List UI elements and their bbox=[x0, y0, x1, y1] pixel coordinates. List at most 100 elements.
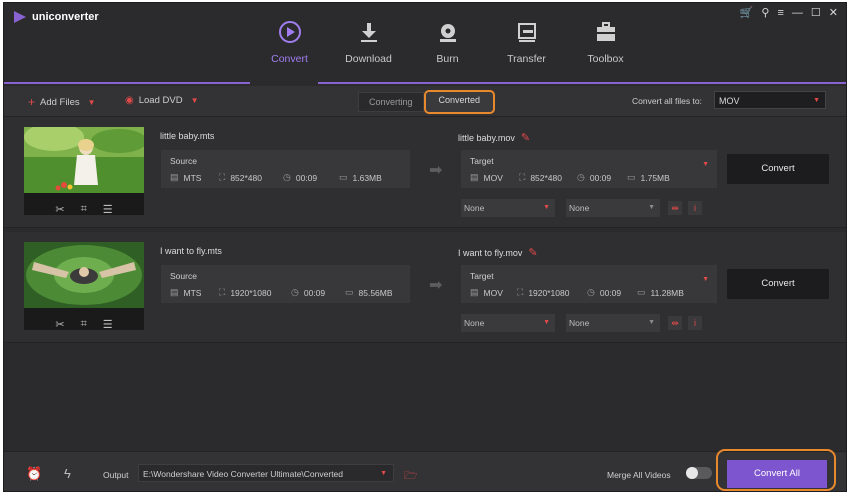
effects-icon[interactable]: ☰ bbox=[103, 203, 113, 216]
alarm-clock-icon[interactable]: ⏰ bbox=[26, 466, 42, 482]
info-icon[interactable]: i bbox=[688, 201, 702, 215]
active-tab-indicator bbox=[250, 82, 318, 84]
target-file-name-row: I want to fly.mov ✎ bbox=[458, 246, 538, 259]
output-label: Output bbox=[103, 470, 129, 480]
source-duration: ◷ 00:09 bbox=[283, 172, 317, 183]
target-format-value: MOV bbox=[483, 287, 503, 298]
target-label: Target bbox=[470, 271, 494, 281]
target-duration: ◷ 00:09 bbox=[587, 287, 621, 298]
chevron-down-icon: ▼ bbox=[87, 97, 96, 107]
minimize-icon[interactable]: — bbox=[792, 7, 803, 19]
target-format-select[interactable]: MOV ▼ bbox=[714, 91, 826, 109]
source-size-value: 1.63MB bbox=[352, 172, 382, 183]
source-resolution-value: 1920*1080 bbox=[230, 287, 272, 298]
maximize-icon[interactable]: ☐ bbox=[811, 7, 821, 19]
film-icon: ▤ bbox=[470, 287, 479, 297]
source-duration-value: 00:09 bbox=[295, 172, 318, 183]
crop-icon[interactable]: ⌗ bbox=[81, 318, 87, 331]
add-files-button[interactable]: + Add Files ▼ bbox=[28, 95, 96, 109]
toolbox-icon bbox=[566, 17, 645, 47]
crop-icon[interactable]: ⌗ bbox=[81, 203, 87, 216]
chevron-down-icon: ▼ bbox=[543, 319, 550, 326]
edit-icon[interactable]: ✎ bbox=[521, 131, 530, 144]
file-row: ✂ ⌗ ☰ I want to fly.mts Source ▤ MTS ⛶ 192… bbox=[4, 232, 846, 343]
convert-button[interactable]: Convert bbox=[727, 269, 829, 299]
merge-icon[interactable]: ⇹ bbox=[668, 316, 682, 330]
audio-select[interactable]: None ▼ bbox=[566, 199, 660, 217]
file-list-empty-area bbox=[4, 348, 846, 451]
user-icon[interactable]: ⚲ bbox=[761, 7, 769, 19]
trim-icon[interactable]: ✂ bbox=[55, 318, 64, 331]
subtitle-value: None bbox=[464, 203, 485, 213]
film-icon: ▤ bbox=[170, 172, 179, 182]
film-icon: ▤ bbox=[170, 287, 179, 297]
convert-button[interactable]: Convert bbox=[727, 154, 829, 184]
target-size-value: 1.75MB bbox=[640, 172, 670, 183]
clock-icon: ◷ bbox=[283, 172, 291, 182]
plus-icon: + bbox=[28, 95, 36, 109]
subtitle-select[interactable]: None ▼ bbox=[461, 314, 555, 332]
resolution-icon: ⛶ bbox=[517, 287, 524, 297]
chevron-down-icon[interactable]: ▼ bbox=[702, 161, 709, 168]
info-icon[interactable]: i bbox=[688, 316, 702, 330]
target-info-box[interactable]: Target ▤ MOV ⛶ 852*480 ◷ 00:09 ▭ 1.75MB ▼ bbox=[461, 150, 717, 188]
folder-icon: ▭ bbox=[637, 287, 646, 297]
merge-toggle[interactable] bbox=[686, 467, 712, 479]
merge-icon[interactable]: ⇹ bbox=[668, 201, 682, 215]
toggle-knob bbox=[686, 467, 698, 479]
source-format-value: MTS bbox=[183, 172, 202, 183]
trim-icon[interactable]: ✂ bbox=[55, 203, 64, 216]
audio-value: None bbox=[569, 203, 590, 213]
target-format: ▤ MOV bbox=[470, 287, 503, 298]
app-name: uniconverter bbox=[32, 11, 99, 23]
chevron-down-icon[interactable]: ▼ bbox=[702, 276, 709, 283]
tab-burn-label: Burn bbox=[436, 53, 459, 65]
tab-converted[interactable]: Converted bbox=[423, 90, 496, 114]
video-thumbnail[interactable]: ✂ ⌗ ☰ bbox=[24, 242, 144, 331]
lightning-icon[interactable]: ϟ bbox=[64, 466, 71, 481]
toolbar: + Add Files ▼ ◉ Load DVD ▼ Converting Co… bbox=[4, 86, 846, 117]
load-dvd-label: Load DVD bbox=[138, 95, 183, 106]
tab-toolbox[interactable]: Toolbox bbox=[566, 17, 645, 77]
tab-burn[interactable]: Burn bbox=[408, 17, 487, 77]
main-nav: Convert Download Burn Transfer Toolbox bbox=[250, 17, 645, 77]
clock-icon: ◷ bbox=[291, 287, 299, 297]
target-size: ▭ 1.75MB bbox=[627, 172, 670, 183]
tab-transfer[interactable]: Transfer bbox=[487, 17, 566, 77]
source-size-value: 85.56MB bbox=[358, 287, 393, 298]
arrow-right-icon: ➡ bbox=[429, 277, 443, 294]
menu-icon[interactable]: ≡ bbox=[777, 7, 783, 19]
tab-converting[interactable]: Converting bbox=[358, 92, 424, 112]
resolution-icon: ⛶ bbox=[219, 287, 226, 297]
audio-select[interactable]: None ▼ bbox=[566, 314, 660, 332]
chevron-down-icon: ▼ bbox=[380, 470, 387, 477]
target-file-name: I want to fly.mov bbox=[458, 247, 523, 258]
resolution-icon: ⛶ bbox=[219, 172, 226, 182]
edit-icon[interactable]: ✎ bbox=[528, 246, 537, 259]
target-resolution: ⛶ 852*480 bbox=[519, 172, 562, 183]
tab-convert[interactable]: Convert bbox=[250, 17, 329, 77]
target-info-box[interactable]: Target ▤ MOV ⛶ 1920*1080 ◷ 00:09 ▭ 11.28MB ▼ bbox=[461, 265, 717, 303]
output-path-value: E:\Wondershare Video Converter Ultimate\… bbox=[143, 469, 344, 479]
burn-icon bbox=[408, 17, 487, 47]
source-format: ▤ MTS bbox=[170, 172, 201, 183]
clock-icon: ◷ bbox=[577, 172, 585, 182]
output-path-select[interactable]: E:\Wondershare Video Converter Ultimate\… bbox=[138, 464, 394, 482]
close-icon[interactable]: ✕ bbox=[829, 7, 838, 19]
effects-icon[interactable]: ☰ bbox=[103, 318, 113, 331]
target-duration-value: 00:09 bbox=[599, 287, 622, 298]
load-dvd-button[interactable]: ◉ Load DVD ▼ bbox=[125, 95, 199, 106]
open-folder-icon[interactable]: 🗁 bbox=[404, 467, 418, 486]
target-duration: ◷ 00:09 bbox=[577, 172, 611, 183]
source-info-box: Source ▤ MTS ⛶ 1920*1080 ◷ 00:09 ▭ 85.56MB bbox=[161, 265, 410, 303]
source-duration: ◷ 00:09 bbox=[291, 287, 325, 298]
video-thumbnail[interactable]: ✂ ⌗ ☰ bbox=[24, 123, 147, 216]
convert-all-button[interactable]: Convert All bbox=[727, 460, 827, 488]
target-resolution-value: 852*480 bbox=[530, 172, 562, 183]
subtitle-select[interactable]: None ▼ bbox=[461, 199, 555, 217]
source-resolution-value: 852*480 bbox=[230, 172, 262, 183]
cart-icon[interactable]: 🛒 bbox=[740, 7, 754, 19]
chevron-down-icon: ▼ bbox=[648, 204, 655, 211]
tab-download[interactable]: Download bbox=[329, 17, 408, 77]
file-row: ✂ ⌗ ☰ little baby.mts Source ▤ MTS ⛶ 852*4… bbox=[4, 117, 846, 228]
